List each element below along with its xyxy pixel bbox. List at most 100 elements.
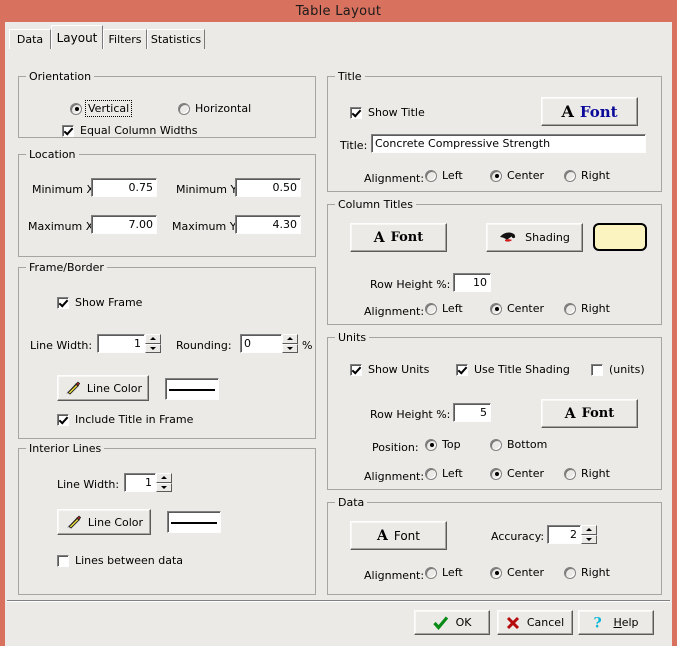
- checkbox-use-title-shading[interactable]: Use Title Shading: [456, 363, 570, 376]
- font-a-icon: A: [376, 527, 388, 544]
- checkbox-lines-between-data-box: [57, 554, 69, 567]
- radio-units-align-left[interactable]: Left: [425, 467, 463, 480]
- input-rounding[interactable]: 0: [240, 334, 282, 353]
- spinner-accuracy[interactable]: [581, 525, 597, 544]
- help-button[interactable]: ? Help: [578, 610, 654, 635]
- checkbox-equal-column-widths-label: Equal Column Widths: [80, 124, 198, 137]
- radio-title-align-center-dot: [490, 169, 502, 182]
- input-frame-line-width[interactable]: 1: [97, 334, 145, 353]
- label-rounding-percent: %: [302, 339, 313, 352]
- input-minimum-x[interactable]: 0.75: [91, 178, 157, 197]
- check-icon: [432, 615, 449, 630]
- tab-filters[interactable]: Filters: [103, 29, 147, 49]
- radio-units-position-bottom[interactable]: Bottom: [490, 438, 547, 451]
- radio-data-align-left-dot: [425, 566, 437, 579]
- title-font-button[interactable]: A Font: [541, 97, 638, 126]
- column-titles-font-button[interactable]: A Font: [350, 223, 447, 252]
- label-units-position: Position:: [372, 441, 419, 454]
- label-column-titles-alignment: Alignment:: [364, 305, 425, 318]
- radio-title-align-right[interactable]: Right: [564, 169, 610, 182]
- radio-units-align-right-dot: [564, 467, 576, 480]
- font-a-icon: A: [561, 102, 574, 121]
- radio-data-align-center[interactable]: Center: [490, 566, 544, 579]
- footer-button-bar: OK Cancel ? Help: [5, 602, 672, 646]
- data-font-button[interactable]: A Font: [350, 521, 447, 550]
- radio-units-align-center-label: Center: [507, 467, 545, 480]
- checkbox-units-paren[interactable]: (units): [591, 363, 645, 376]
- column-titles-shading-swatch[interactable]: [593, 223, 647, 251]
- layout-panel: Orientation Vertical Horizontal Equal Co…: [5, 70, 672, 600]
- input-minimum-y[interactable]: 0.50: [235, 178, 301, 197]
- group-title-legend: Title: [335, 70, 365, 83]
- label-units-alignment: Alignment:: [364, 470, 425, 483]
- checkbox-show-units-label: Show Units: [368, 363, 430, 376]
- checkbox-show-title[interactable]: Show Title: [350, 106, 425, 119]
- checkbox-equal-column-widths[interactable]: Equal Column Widths: [62, 124, 198, 137]
- close-icon: [506, 616, 520, 630]
- radio-vertical[interactable]: Vertical: [70, 100, 133, 117]
- checkbox-use-title-shading-label: Use Title Shading: [474, 363, 570, 376]
- checkbox-show-frame[interactable]: Show Frame: [57, 296, 142, 309]
- spinner-accuracy-down[interactable]: [581, 534, 597, 544]
- radio-units-align-center[interactable]: Center: [490, 467, 544, 480]
- spinner-interior-line-width-down[interactable]: [156, 482, 172, 492]
- spinner-rounding-down[interactable]: [282, 343, 298, 353]
- input-maximum-x[interactable]: 7.00: [91, 215, 157, 234]
- input-column-titles-row-height[interactable]: 10: [453, 273, 491, 292]
- frame-line-color-button[interactable]: Line Color: [57, 375, 149, 401]
- spinner-accuracy-up[interactable]: [581, 525, 597, 535]
- tab-statistics[interactable]: Statistics: [147, 29, 205, 49]
- tab-data[interactable]: Data: [9, 29, 51, 49]
- radio-horizontal[interactable]: Horizontal: [178, 102, 251, 115]
- input-interior-line-width-value: 1: [145, 476, 152, 489]
- input-interior-line-width[interactable]: 1: [124, 473, 156, 492]
- spinner-rounding-up[interactable]: [282, 334, 298, 344]
- radio-column-titles-align-center-dot: [490, 302, 502, 315]
- checkbox-show-title-label: Show Title: [368, 106, 425, 119]
- radio-units-align-right[interactable]: Right: [564, 467, 610, 480]
- label-units-row-height: Row Height %:: [370, 408, 451, 421]
- input-units-row-height[interactable]: 5: [453, 403, 491, 422]
- radio-units-position-bottom-label: Bottom: [507, 438, 548, 451]
- radio-title-align-center[interactable]: Center: [490, 169, 544, 182]
- spinner-rounding[interactable]: [282, 334, 298, 353]
- spinner-interior-line-width[interactable]: [156, 473, 172, 492]
- checkbox-use-title-shading-box: [456, 363, 468, 376]
- input-column-titles-row-height-value: 10: [473, 276, 487, 289]
- group-frame-border: Frame/Border Show Frame Line Width: 1 Ro…: [18, 261, 316, 439]
- checkbox-include-title-in-frame[interactable]: Include Title in Frame: [57, 413, 193, 426]
- radio-column-titles-align-right[interactable]: Right: [564, 302, 610, 315]
- input-title[interactable]: Concrete Compressive Strength: [371, 134, 646, 153]
- radio-units-position-top[interactable]: Top: [425, 438, 461, 451]
- radio-title-align-left[interactable]: Left: [425, 169, 463, 182]
- radio-column-titles-align-center[interactable]: Center: [490, 302, 544, 315]
- spinner-frame-line-width[interactable]: [145, 334, 161, 353]
- label-column-titles-row-height: Row Height %:: [370, 278, 451, 291]
- radio-data-align-right[interactable]: Right: [564, 566, 610, 579]
- checkbox-show-units[interactable]: Show Units: [350, 363, 429, 376]
- input-maximum-y[interactable]: 4.30: [235, 215, 301, 234]
- chevron-down-icon: [287, 346, 293, 350]
- column-titles-shading-button[interactable]: Shading: [486, 223, 583, 252]
- frame-line-color-preview[interactable]: [165, 378, 219, 400]
- radio-data-align-left[interactable]: Left: [425, 566, 463, 579]
- spinner-frame-line-width-down[interactable]: [145, 343, 161, 353]
- checkbox-lines-between-data[interactable]: Lines between data: [57, 554, 183, 567]
- input-rounding-value: 0: [244, 337, 251, 350]
- ok-button[interactable]: OK: [414, 610, 490, 635]
- group-location: Location Minimum X: 0.75 Minimum Y: 0.50…: [18, 148, 316, 257]
- interior-line-color-button[interactable]: Line Color: [57, 509, 151, 535]
- units-font-button[interactable]: A Font: [541, 399, 638, 428]
- spinner-interior-line-width-up[interactable]: [156, 473, 172, 483]
- tab-layout[interactable]: Layout: [51, 25, 103, 49]
- ok-button-label: OK: [455, 616, 472, 629]
- interior-line-color-preview[interactable]: [167, 511, 221, 533]
- cancel-button[interactable]: Cancel: [497, 610, 573, 635]
- radio-column-titles-align-left[interactable]: Left: [425, 302, 463, 315]
- chevron-down-icon: [150, 346, 156, 350]
- spinner-frame-line-width-up[interactable]: [145, 334, 161, 344]
- data-font-button-label: Font: [393, 528, 420, 543]
- input-accuracy[interactable]: 2: [547, 525, 581, 544]
- input-maximum-y-value: 4.30: [272, 218, 298, 231]
- radio-data-align-center-dot: [490, 566, 502, 579]
